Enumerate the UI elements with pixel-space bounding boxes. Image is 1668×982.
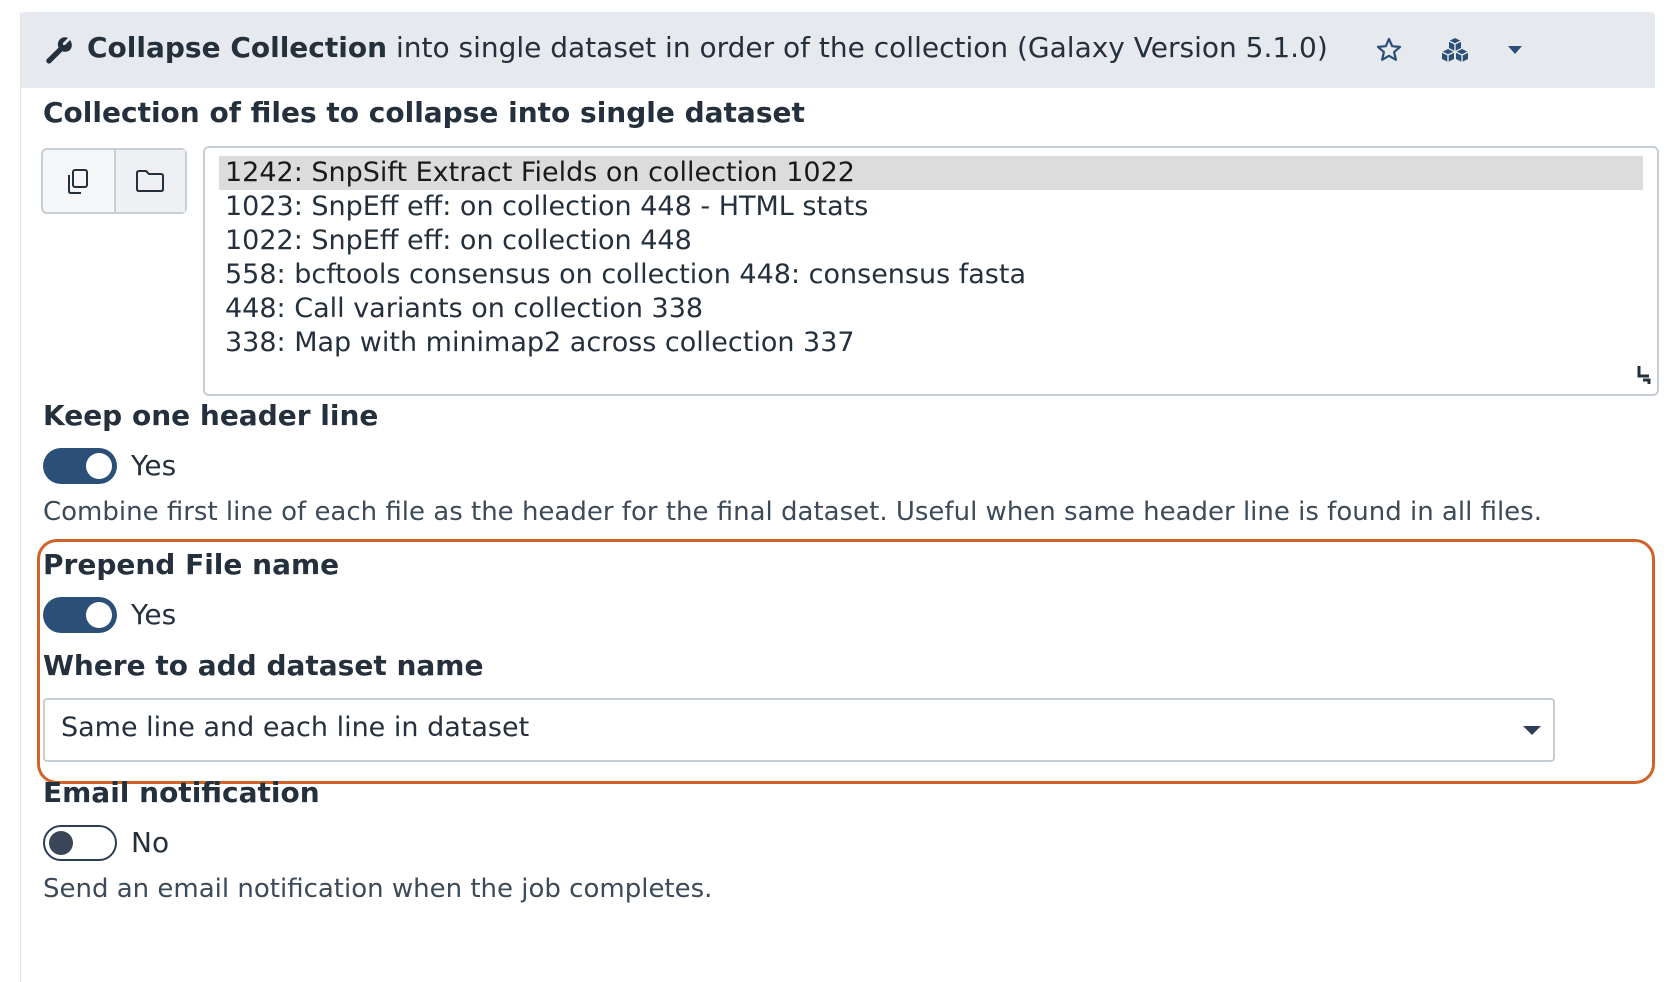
resize-handle-icon[interactable] (1629, 364, 1651, 386)
multiple-datasets-button[interactable] (43, 150, 114, 212)
tool-form: Collapse Collection into single dataset … (20, 12, 1659, 982)
email-notification-help: Send an email notification when the job … (43, 874, 713, 904)
tool-description: into single dataset in order of the coll… (387, 31, 1328, 64)
collection-label: Collection of files to collapse into sin… (43, 96, 805, 129)
chevron-down-icon (1523, 726, 1541, 735)
place-name-label: Where to add dataset name (43, 649, 484, 682)
favorite-button[interactable] (1369, 32, 1409, 68)
wrench-icon (46, 37, 72, 64)
list-option[interactable]: 338: Map with minimap2 across collection… (219, 326, 1643, 360)
tool-header: Collapse Collection into single dataset … (21, 12, 1655, 88)
star-icon (1376, 37, 1402, 61)
list-option[interactable]: 1023: SnpEff eff: on collection 448 - HT… (219, 190, 1643, 224)
prepend-filename-label: Prepend File name (43, 548, 340, 581)
list-option[interactable]: 1242: SnpSift Extract Fields on collecti… (219, 156, 1643, 190)
options-dropdown-button[interactable] (1495, 32, 1535, 68)
tool-name: Collapse Collection (87, 31, 388, 64)
folder-icon (136, 170, 165, 192)
place-name-select[interactable]: Same line and each line in dataset (43, 698, 1555, 762)
place-name-selected-value: Same line and each line in dataset (61, 712, 530, 743)
tool-title: Collapse Collection into single dataset … (87, 30, 1328, 66)
caret-down-icon (1508, 46, 1522, 54)
collection-listbox[interactable]: 1242: SnpSift Extract Fields on collecti… (203, 146, 1659, 396)
keep-header-help: Combine first line of each file as the h… (43, 497, 1542, 527)
keep-header-label: Keep one header line (43, 399, 379, 432)
copy-icon (68, 169, 89, 194)
keep-header-value: Yes (131, 449, 177, 482)
list-option[interactable]: 1022: SnpEff eff: on collection 448 (219, 224, 1643, 258)
prepend-filename-value: Yes (131, 598, 177, 631)
list-option[interactable]: 558: bcftools consensus on collection 44… (219, 258, 1643, 292)
cubes-icon (1441, 38, 1469, 62)
email-notification-value: No (131, 826, 170, 859)
dataset-collection-button[interactable] (113, 150, 185, 212)
email-notification-label: Email notification (43, 776, 320, 809)
keep-header-toggle[interactable] (43, 448, 117, 484)
email-notification-toggle[interactable] (43, 825, 117, 861)
prepend-filename-toggle[interactable] (43, 597, 117, 633)
input-type-switcher (41, 148, 187, 214)
list-option[interactable]: 448: Call variants on collection 338 (219, 292, 1643, 326)
requirements-button[interactable] (1435, 32, 1475, 68)
